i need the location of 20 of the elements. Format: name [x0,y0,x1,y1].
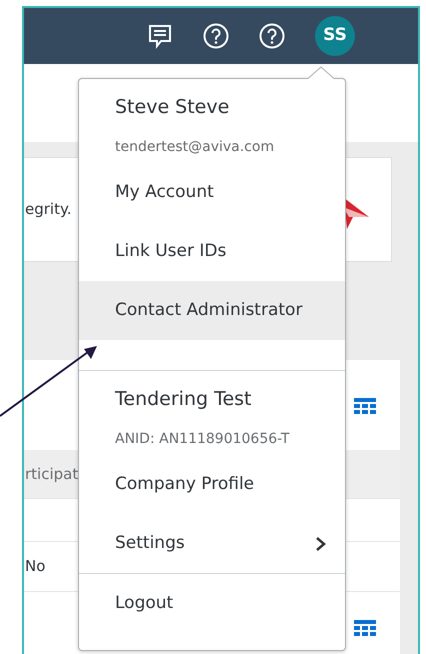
table-cell-text: No [25,556,46,578]
menu-item[interactable]: Company Profile [79,455,345,514]
menu-heading: Steve Steve [114,95,230,120]
chat-icon[interactable] [147,23,173,49]
column-header: rticipat [25,464,78,485]
help-icon[interactable] [203,23,229,49]
card-text: egrity. [25,199,72,220]
menu-item[interactable]: Link User IDs [79,222,345,281]
menu-detail: tendertest@aviva.com [114,138,276,156]
table-icon[interactable] [354,398,376,414]
menu-item[interactable]: My Account [79,163,345,222]
avatar-button[interactable]: SS [315,16,355,56]
menu-item[interactable]: Logout [79,574,345,633]
menu-item[interactable]: Contact Administrator [79,281,345,340]
table-icon[interactable] [354,620,376,636]
chevron-icon [315,536,327,552]
menu-heading: Tendering Test [114,387,253,412]
menu-item[interactable]: Settings [79,514,345,573]
menu-detail: ANID: AN11189010656-T [114,430,290,448]
help-icon[interactable] [259,23,285,49]
